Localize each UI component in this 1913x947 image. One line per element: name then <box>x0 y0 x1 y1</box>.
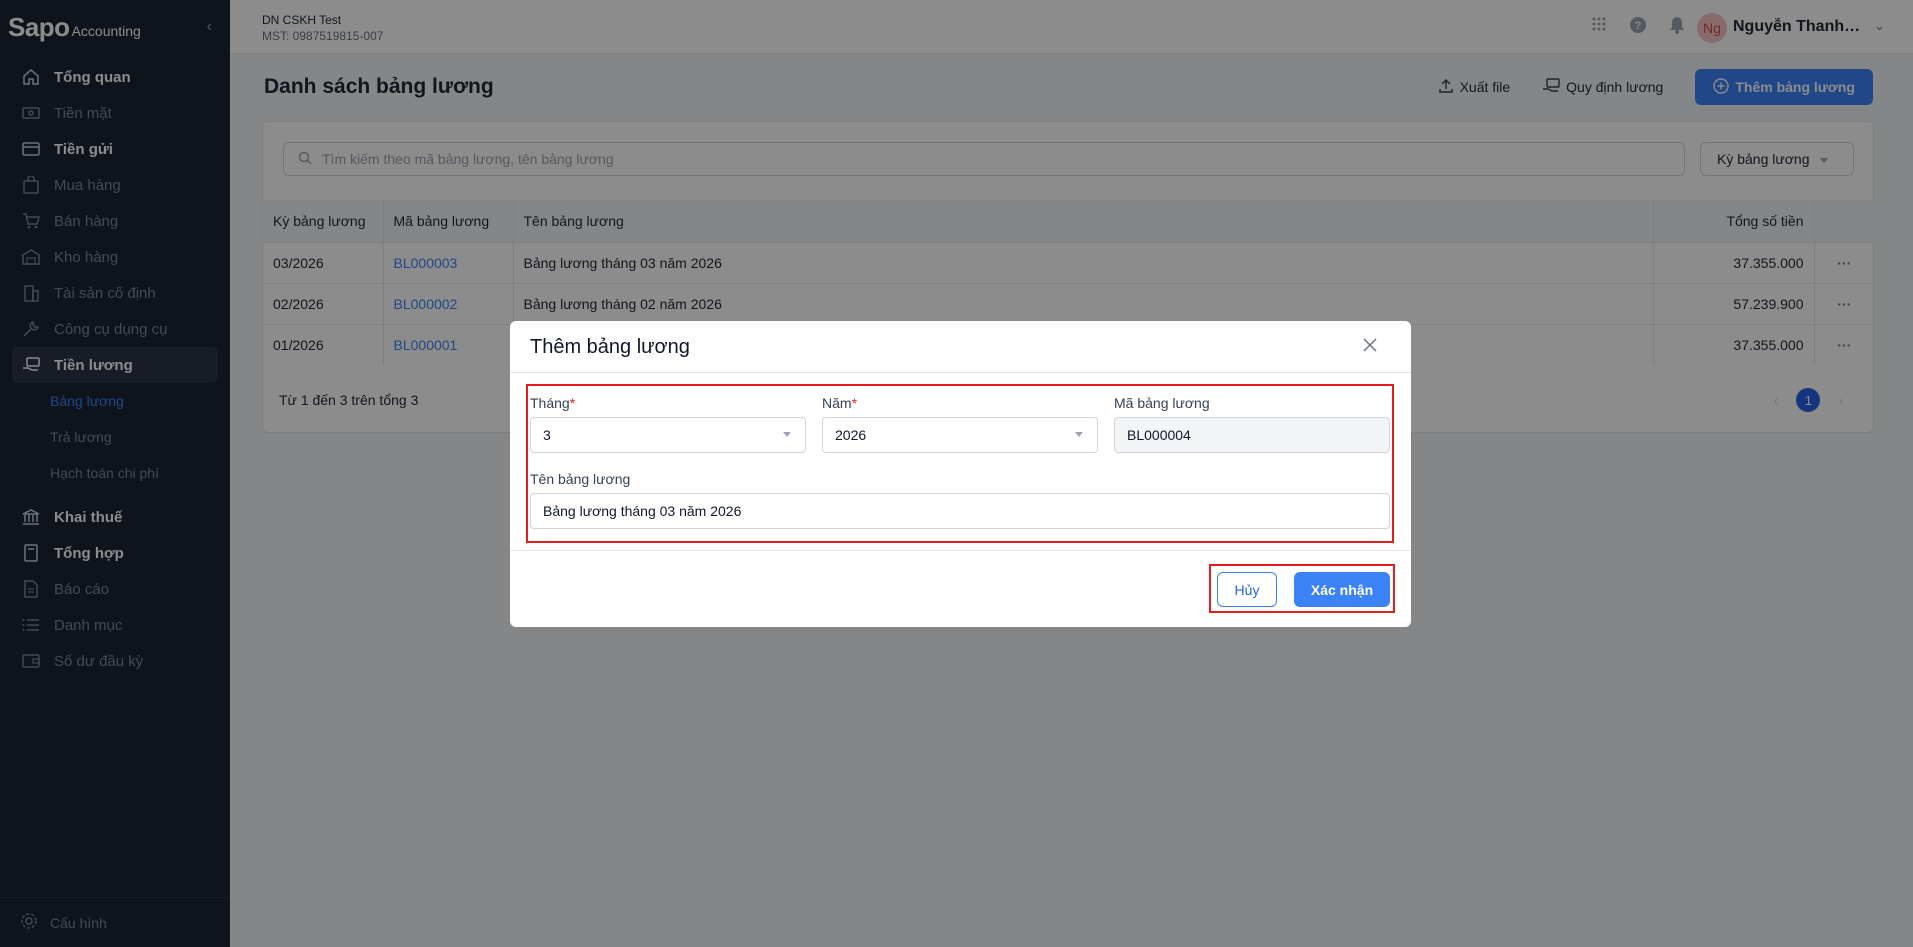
month-label-text: Tháng <box>530 395 570 411</box>
cancel-button[interactable]: Hủy <box>1217 572 1277 607</box>
payroll-name-value: Bảng lương tháng 03 năm 2026 <box>543 503 742 519</box>
year-field: Năm* 2026 <box>822 395 1098 453</box>
caret-down-icon <box>1075 432 1083 437</box>
required-mark: * <box>851 395 858 411</box>
year-select[interactable]: 2026 <box>822 417 1098 453</box>
payroll-code-label: Mã bảng lương <box>1114 395 1210 411</box>
year-value: 2026 <box>835 427 867 443</box>
close-icon[interactable] <box>1363 335 1377 358</box>
payroll-code-field: Mã bảng lương BL000004 <box>1114 395 1390 453</box>
payroll-code-input: BL000004 <box>1114 417 1390 453</box>
month-label: Tháng* <box>530 395 806 411</box>
payroll-code-value: BL000004 <box>1127 427 1191 443</box>
payroll-name-field: Tên bảng lương Bảng lương tháng 03 năm 2… <box>530 471 1390 529</box>
required-mark: * <box>569 395 576 411</box>
modal-divider <box>510 550 1411 551</box>
payroll-name-input[interactable]: Bảng lương tháng 03 năm 2026 <box>530 493 1390 529</box>
add-payroll-modal: Thêm bảng lương Tháng* 3 Năm* 2026 Mã bả… <box>510 321 1411 627</box>
modal-title: Thêm bảng lương <box>530 336 690 358</box>
month-value: 3 <box>543 427 551 443</box>
month-select[interactable]: 3 <box>530 417 806 453</box>
year-label: Năm* <box>822 395 1098 411</box>
payroll-name-label: Tên bảng lương <box>530 471 631 487</box>
year-label-text: Năm <box>822 395 852 411</box>
modal-header: Thêm bảng lương <box>510 321 1411 373</box>
caret-down-icon <box>783 432 791 437</box>
confirm-button[interactable]: Xác nhận <box>1294 572 1390 607</box>
month-field: Tháng* 3 <box>530 395 806 453</box>
